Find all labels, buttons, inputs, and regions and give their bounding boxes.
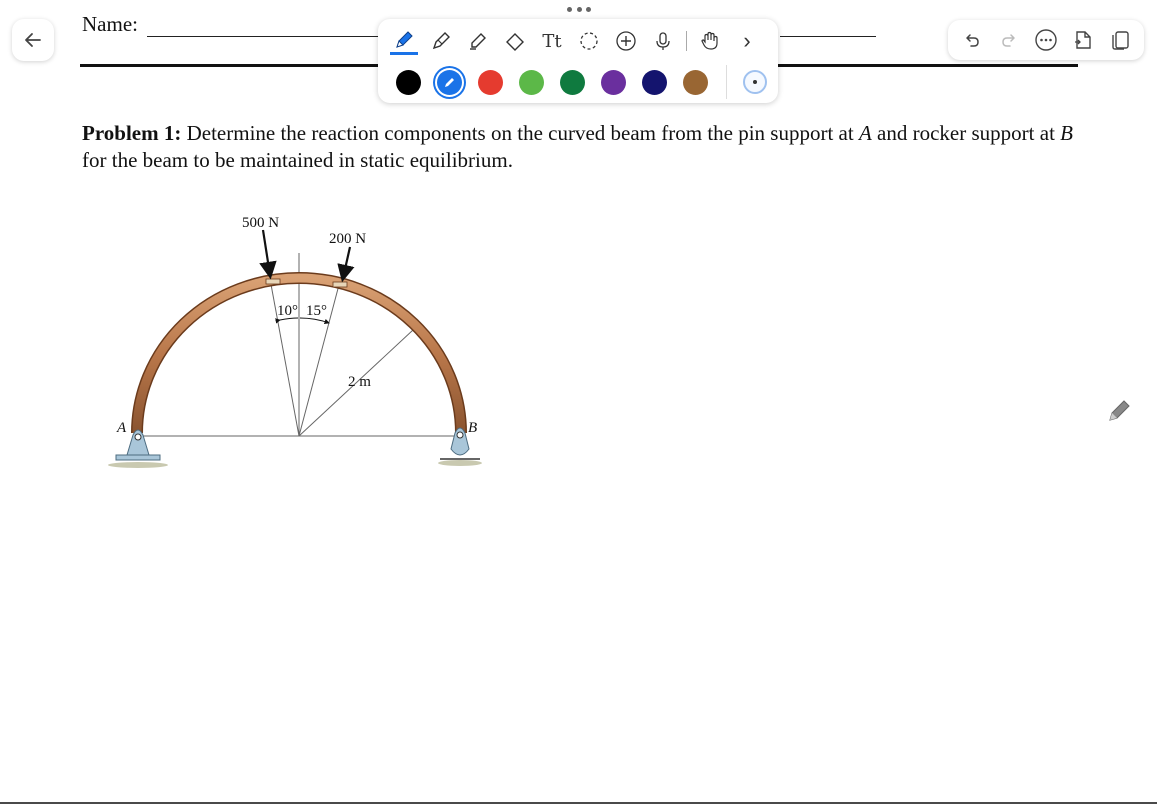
text-tool[interactable]: Tt xyxy=(538,27,566,55)
redo-icon xyxy=(1002,34,1015,47)
redo-button[interactable] xyxy=(996,27,1022,53)
toolbar-separator xyxy=(686,31,687,51)
angle-label-15: 15° xyxy=(306,303,327,319)
force-arrow-200n xyxy=(337,246,355,283)
pages-button[interactable] xyxy=(1107,27,1133,53)
eraser-icon xyxy=(506,33,524,51)
color-swatch-navy[interactable] xyxy=(642,69,667,95)
problem-text-part: and rocker support at xyxy=(871,121,1061,145)
color-swatch-red[interactable] xyxy=(478,69,503,95)
support-b-label: B xyxy=(468,420,477,436)
pencil-tool[interactable] xyxy=(427,27,455,55)
problem-text-part: for the beam to be maintained in static … xyxy=(82,148,513,172)
angle-label-10: 10° xyxy=(277,303,298,319)
problem-statement: Problem 1: Determine the reaction compon… xyxy=(82,120,1082,174)
stroke-size-button[interactable] xyxy=(743,70,767,94)
more-options-button[interactable] xyxy=(1033,27,1059,53)
problem-text-part: Determine the reaction components on the… xyxy=(181,121,859,145)
point-b-ref: B xyxy=(1060,121,1073,145)
load-pad-1 xyxy=(265,278,281,285)
point-a-ref: A xyxy=(858,121,872,145)
color-swatch-brown[interactable] xyxy=(683,69,708,95)
beam-diagram: 500 N 200 N 10° 15° 2 m A B xyxy=(108,215,482,468)
selected-pen-icon xyxy=(445,77,454,87)
toolbar-drag-handle[interactable] xyxy=(567,7,591,13)
color-row xyxy=(396,65,776,99)
text-tool-icon: Tt xyxy=(542,30,562,52)
color-swatch-black[interactable] xyxy=(396,69,421,95)
hand-tool[interactable] xyxy=(696,27,724,55)
highlighter-tool[interactable] xyxy=(464,27,492,55)
tool-row: Tt › xyxy=(390,25,770,57)
undo-icon xyxy=(966,34,980,47)
color-swatch-light-green[interactable] xyxy=(519,69,544,95)
pen-icon xyxy=(396,30,413,48)
add-tool[interactable] xyxy=(612,27,640,55)
support-a-label: A xyxy=(116,420,127,436)
microphone-icon xyxy=(656,32,670,50)
name-blank-line xyxy=(147,36,379,37)
export-icon xyxy=(1074,31,1091,49)
name-label: Name: xyxy=(82,12,138,36)
force-label-500n: 500 N xyxy=(242,215,279,231)
add-icon xyxy=(616,31,636,51)
more-chevron-icon: › xyxy=(743,28,751,53)
color-swatch-purple[interactable] xyxy=(601,69,626,95)
export-button[interactable] xyxy=(1070,27,1096,53)
radius-label: 2 m xyxy=(348,374,371,390)
pencil-icon xyxy=(432,32,450,50)
undo-button[interactable] xyxy=(959,27,985,53)
pencil-indicator[interactable] xyxy=(1106,398,1132,424)
pencil-icon xyxy=(1109,400,1130,421)
color-swatch-dark-green[interactable] xyxy=(560,69,585,95)
back-button[interactable] xyxy=(12,19,54,61)
curved-beam-figure: 500 N 200 N 10° 15° 2 m A B xyxy=(100,205,500,480)
pen-tool[interactable] xyxy=(390,27,418,55)
hand-icon xyxy=(701,31,718,50)
color-swatch-blue[interactable] xyxy=(437,69,462,95)
microphone-tool[interactable] xyxy=(649,27,677,55)
load-pad-2 xyxy=(332,281,348,288)
lasso-icon xyxy=(580,32,598,50)
force-arrow-500n xyxy=(259,229,277,280)
top-right-toolbar xyxy=(948,20,1144,60)
pages-icon xyxy=(1111,31,1129,50)
back-arrow-icon xyxy=(25,33,41,47)
problem-label: Problem 1: xyxy=(82,121,182,145)
eraser-tool[interactable] xyxy=(501,27,529,55)
lasso-tool[interactable] xyxy=(575,27,603,55)
section-blank-line xyxy=(780,36,876,37)
more-icon xyxy=(1035,29,1057,51)
color-separator xyxy=(726,65,727,99)
drawing-toolbar: Tt › xyxy=(378,19,778,103)
force-label-200n: 200 N xyxy=(329,231,366,247)
more-tools-button[interactable]: › xyxy=(733,27,761,55)
highlighter-icon xyxy=(470,33,486,50)
